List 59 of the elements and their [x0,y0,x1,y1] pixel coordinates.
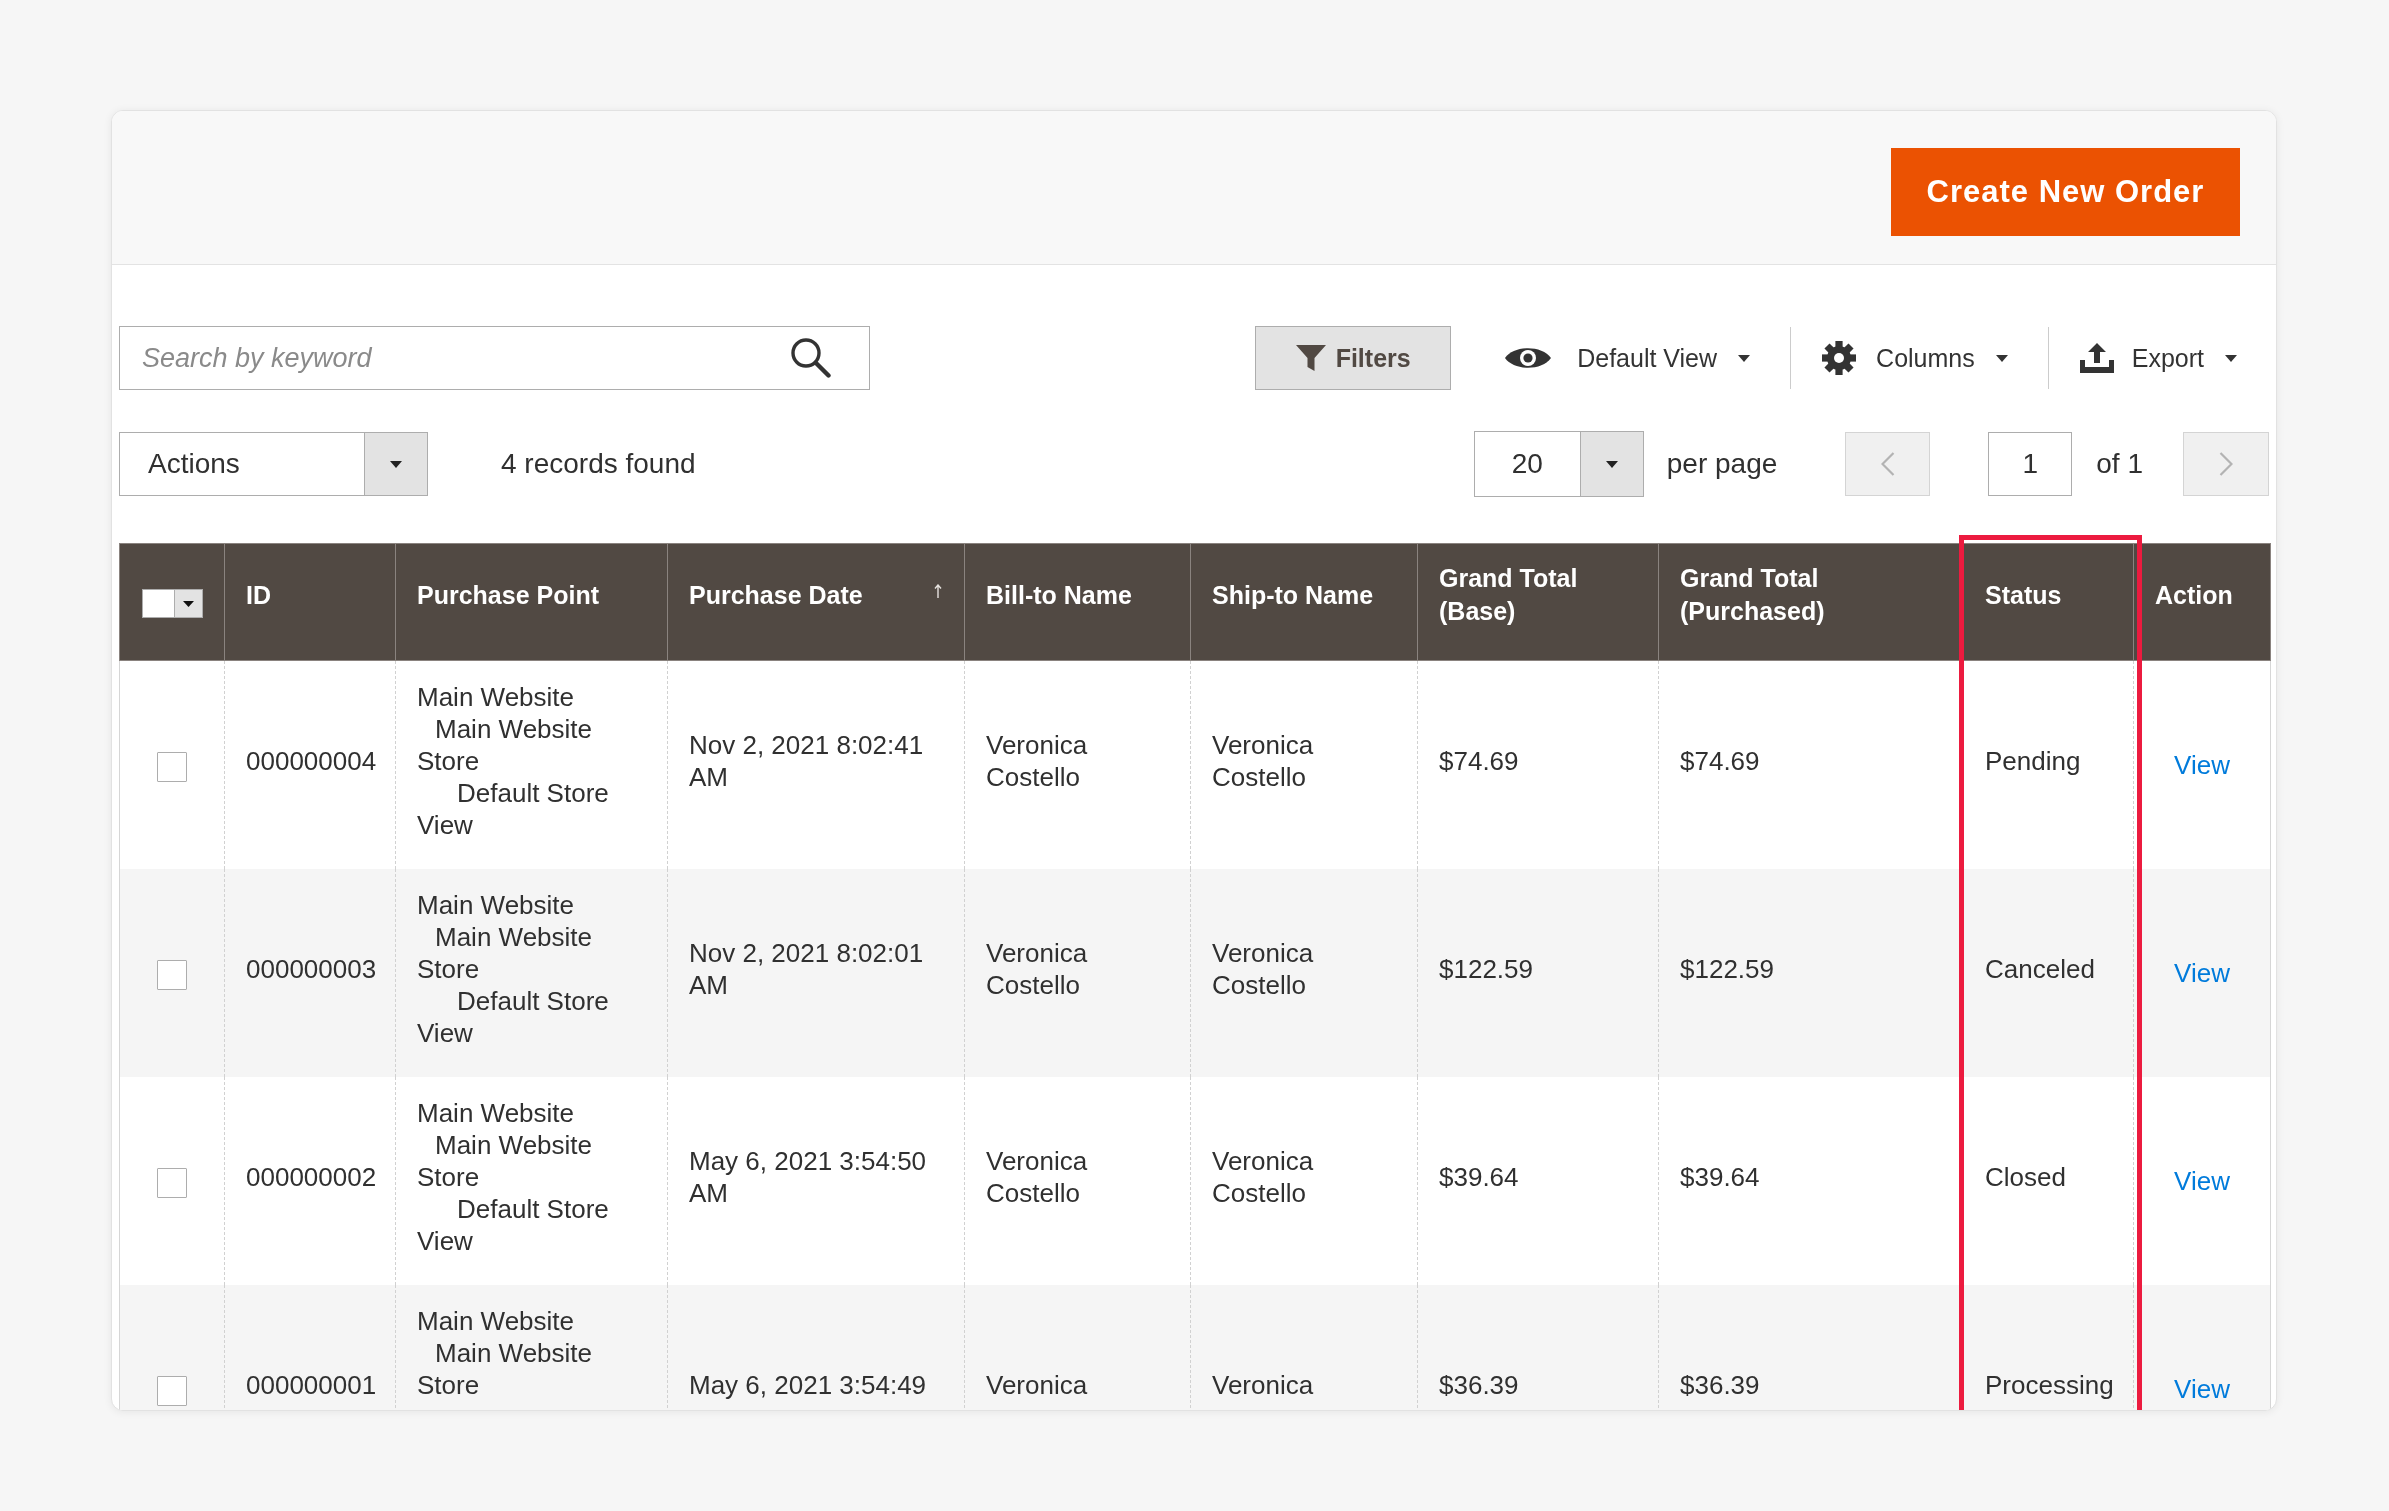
actions-dropdown[interactable]: Actions [119,432,428,496]
select-menu-button[interactable] [174,589,203,619]
row-checkbox[interactable] [157,1375,187,1406]
column-header[interactable]: Purchase Date [689,578,863,612]
column-header[interactable]: Status [1985,578,2062,612]
table-cell: $36.39 [1417,1285,1659,1410]
gear-icon [1822,341,1857,375]
website-name: Main Website [417,1305,576,1337]
export-dropdown[interactable]: Export [2079,326,2237,390]
column-header[interactable]: Action [2155,578,2233,612]
column-header[interactable]: ID [246,578,271,612]
table-cell: Processing [1963,1285,2134,1410]
caret-icon [182,600,194,607]
row-checkbox[interactable] [157,1167,187,1198]
per-page-label: per page [1666,448,1778,480]
chevron-left-icon [1880,452,1895,476]
select-all-checkbox[interactable] [141,589,175,619]
page-number-field[interactable]: 1 [1988,432,2073,496]
row-checkbox[interactable] [157,959,187,990]
row-checkbox[interactable] [157,751,187,782]
store-name: Main Website Store [417,713,594,777]
column-header[interactable]: Purchase Point [417,578,599,612]
filters-button[interactable]: Filters [1255,326,1452,390]
table-cell: May 6, 2021 3:54:49 [667,1285,965,1410]
store-name: Main Website Store [417,1129,594,1193]
view-dropdown[interactable]: Default View [1505,326,1751,390]
page-total: of 1 [2096,448,2143,480]
view-link[interactable]: View [2174,750,2230,780]
store-view-name: Default Store View [417,777,610,841]
columns-dropdown[interactable]: Columns [1822,326,2008,390]
website-name: Main Website [417,681,576,713]
caret-icon [390,460,402,468]
view-link[interactable]: View [2174,1374,2230,1404]
view-link[interactable]: View [2174,958,2230,988]
column-header[interactable]: Bill-to Name [986,578,1132,612]
per-page-dropdown[interactable]: 20 [1473,431,1644,497]
store-view-name: Default Store View [417,1193,610,1257]
website-name: Main Website [417,889,576,921]
table-cell: $36.39 [1658,1285,1964,1410]
caret-icon [1738,354,1751,362]
store-name: Main Website Store [417,1337,594,1401]
chevron-right-icon [2219,452,2233,476]
store-view-name: Default Store View [417,985,610,1049]
table-cell: Veronica [964,1285,1191,1410]
create-order-button[interactable]: Create New Order [1891,148,2240,236]
upload-tray-icon [2079,343,2114,373]
caret-icon [1605,460,1618,468]
caret-icon [1995,354,2008,362]
search-field[interactable]: Search by keyword [119,326,870,390]
caret-icon [2225,354,2237,362]
store-name: Main Website Store [417,921,594,985]
records-count: 4 records found [501,448,696,480]
view-link[interactable]: View [2174,1166,2230,1196]
table-cell: 000000001 [224,1285,396,1410]
eye-icon [1505,345,1552,371]
website-name: Main Website [417,1097,576,1129]
table-cell: Veronica [1190,1285,1418,1410]
search-icon[interactable] [790,337,831,378]
funnel-icon [1295,345,1326,371]
